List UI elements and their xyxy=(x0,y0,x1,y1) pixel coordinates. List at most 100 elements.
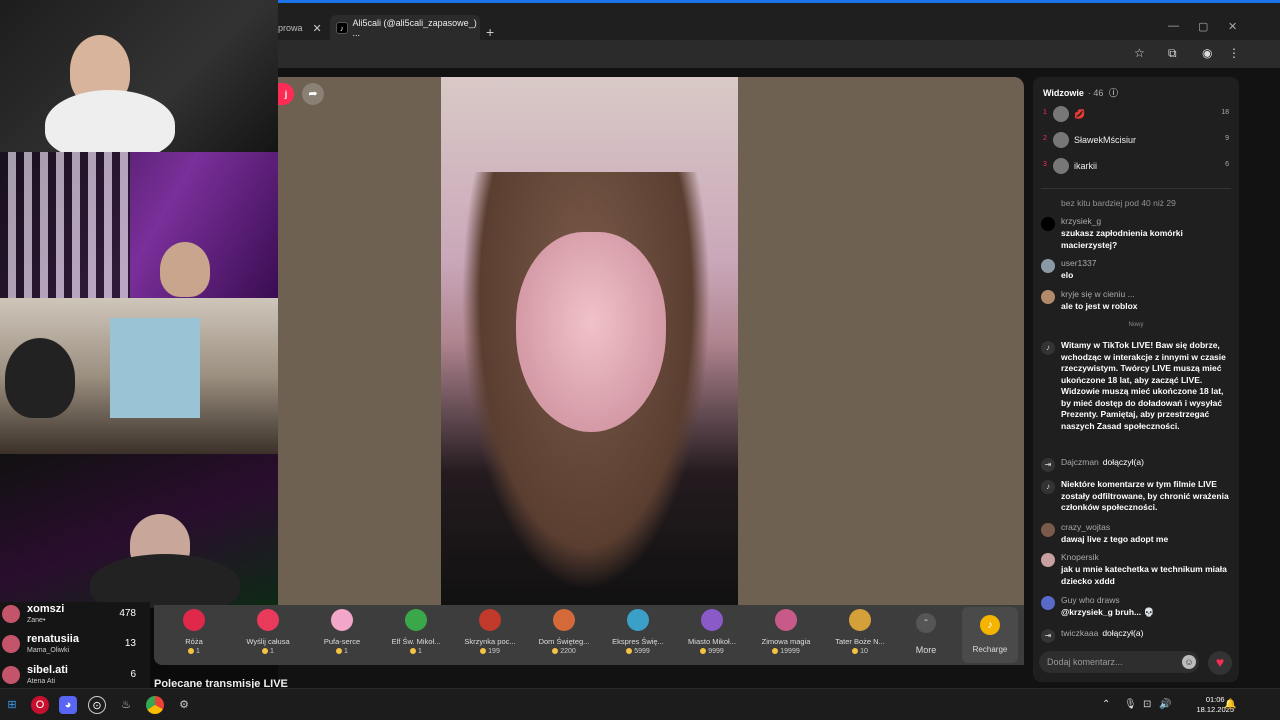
gift-price-value: 1 xyxy=(196,648,200,655)
coin-icon xyxy=(480,648,487,655)
avatar xyxy=(1053,106,1069,122)
live-video xyxy=(441,77,738,605)
donor-row: sibel.ati Atena Ati 6 xyxy=(0,663,140,689)
avatar xyxy=(2,666,20,684)
join-user[interactable]: Dajczman xyxy=(1061,457,1099,467)
recharge-label: Recharge xyxy=(972,645,1008,654)
more-gifts-button[interactable]: ⌃ More xyxy=(906,613,946,655)
maximize-button[interactable]: ▢ xyxy=(1198,20,1208,33)
help-icon[interactable]: ⓘ xyxy=(1109,88,1118,98)
gift-price: 10 xyxy=(825,648,895,655)
extensions-icon[interactable]: ⧉ xyxy=(1168,46,1177,61)
gift-item[interactable]: Miasto Mikoł... 9999 xyxy=(677,609,747,655)
discord-icon[interactable]: ◕ xyxy=(59,696,77,714)
join-text: Dajczman dołączył(a) xyxy=(1061,457,1144,467)
gift-item[interactable]: Róża 1 xyxy=(159,609,229,655)
browser-tab-bar: prowa ✕ ♪ Ali5cali (@ali5cali_zapasowe_)… xyxy=(278,0,1280,41)
viewer-row[interactable]: 2 SławekMścisiur 9 xyxy=(1041,131,1231,151)
donor-sub: Mama_Oliwki xyxy=(27,647,70,654)
close-tab-icon[interactable]: ✕ xyxy=(313,22,322,35)
viewers-header[interactable]: Widzowie · 46 ⓘ xyxy=(1043,86,1118,99)
avatar[interactable] xyxy=(1041,553,1055,567)
message-author[interactable]: crazy_wojtas xyxy=(1061,522,1110,532)
viewer-score: 6 xyxy=(1225,161,1229,168)
message-author[interactable]: Knopersik xyxy=(1061,552,1099,562)
gift-icon xyxy=(849,609,871,631)
browser-tab[interactable]: prowa ✕ xyxy=(278,15,328,41)
system-message: ♪ Niektóre komentarze w tym filmie LIVE … xyxy=(1039,479,1235,515)
app-icon[interactable]: ⊙ xyxy=(88,696,106,714)
message-author[interactable]: krzysiek_g xyxy=(1061,216,1101,226)
steam-icon[interactable]: ♨ xyxy=(117,696,135,714)
gift-name: Zimowa magia xyxy=(761,637,811,646)
share-icon[interactable]: ➦ xyxy=(302,83,324,105)
notification-icon[interactable]: 🔔 xyxy=(1224,699,1236,710)
streamer-face xyxy=(516,232,666,432)
avatar xyxy=(1053,132,1069,148)
close-window-button[interactable]: ✕ xyxy=(1228,20,1237,33)
browser-tab-active[interactable]: ♪ Ali5cali (@ali5cali_zapasowe_) ... xyxy=(330,15,480,41)
message-author[interactable]: Guy who draws xyxy=(1061,595,1120,605)
opera-icon[interactable]: O xyxy=(31,696,49,714)
emoji-icon[interactable]: ☺ xyxy=(1182,655,1196,669)
network-icon[interactable]: ⊡ xyxy=(1143,699,1151,710)
gift-price-value: 199 xyxy=(488,648,500,655)
chrome-icon[interactable] xyxy=(146,696,164,714)
avatar[interactable] xyxy=(1041,523,1055,537)
gift-item[interactable]: Zimowa magia 19999 xyxy=(751,609,821,655)
comment-input[interactable]: Dodaj komentarz... xyxy=(1039,651,1199,673)
windows-start-icon[interactable]: ⊞ xyxy=(3,696,21,714)
gift-item[interactable]: Dom Święteg... 2200 xyxy=(529,609,599,655)
join-text: twiczkaaa dołączył(a) xyxy=(1061,628,1143,638)
window-view xyxy=(110,318,200,418)
gift-item[interactable]: Skrzynka poc... 199 xyxy=(455,609,525,655)
heart-icon[interactable]: ♥ xyxy=(1208,651,1232,675)
message-author[interactable]: user1337 xyxy=(1061,258,1096,268)
gift-item[interactable]: Pufa-serce 1 xyxy=(307,609,377,655)
live-player[interactable]: j ➦ xyxy=(278,77,1024,605)
recharge-button[interactable]: ♪ Recharge xyxy=(962,607,1018,663)
avatar xyxy=(2,605,20,623)
avatar xyxy=(2,635,20,653)
viewer-row[interactable]: 1 💋 18 xyxy=(1041,105,1231,125)
gift-price: 1 xyxy=(381,648,451,655)
gift-item[interactable]: Wyślij całusa 1 xyxy=(233,609,303,655)
coin-icon xyxy=(700,648,707,655)
viewer-row[interactable]: 3 ikarkii 6 xyxy=(1041,157,1231,177)
settings-gear-icon[interactable]: ⚙ xyxy=(175,696,193,714)
avatar[interactable] xyxy=(1041,217,1055,231)
gift-icon xyxy=(183,609,205,631)
gift-item[interactable]: Ekspres Świę... 5999 xyxy=(603,609,673,655)
gift-item[interactable]: Elf Św. Mikoł... 1 xyxy=(381,609,451,655)
volume-icon[interactable]: 🔊 xyxy=(1159,699,1171,710)
viewers-count: · 46 xyxy=(1087,88,1104,98)
bookmark-star-icon[interactable]: ☆ xyxy=(1134,46,1145,60)
avatar[interactable] xyxy=(1041,290,1055,304)
gift-price-value: 2200 xyxy=(560,648,576,655)
donor-row: renatusiia Mama_Oliwki 13 xyxy=(0,632,140,658)
minimize-button[interactable]: — xyxy=(1168,20,1179,32)
gift-price-value: 10 xyxy=(860,648,868,655)
avatar[interactable] xyxy=(1041,596,1055,610)
gift-icon xyxy=(479,609,501,631)
chevron-up-icon[interactable]: ⌃ xyxy=(1102,699,1110,710)
join-icon: ⇥ xyxy=(1041,629,1055,643)
coin-icon xyxy=(626,648,633,655)
gift-price-value: 1 xyxy=(418,648,422,655)
divider xyxy=(1041,188,1231,189)
gift-item[interactable]: Tater Boże N... 10 xyxy=(825,609,895,655)
chat-message: Guy who draws @krzysiek_g bruh... 💀 xyxy=(1039,595,1235,619)
gift-icon xyxy=(257,609,279,631)
join-user[interactable]: twiczkaaa xyxy=(1061,628,1098,638)
avatar[interactable] xyxy=(1041,259,1055,273)
profile-icon[interactable]: ◉ xyxy=(1202,46,1212,60)
coin-icon xyxy=(772,648,779,655)
gift-name: Róża xyxy=(185,637,203,646)
gift-name: Miasto Mikoł... xyxy=(688,637,736,646)
chat-message: Knopersik jak u mnie katechetka w techni… xyxy=(1039,552,1235,588)
follow-button[interactable]: j xyxy=(278,83,294,105)
coin-icon xyxy=(262,648,269,655)
menu-kebab-icon[interactable]: ⋮ xyxy=(1228,46,1240,60)
microphone-icon[interactable]: 🎙 xyxy=(1124,699,1137,710)
message-author[interactable]: kryje się w cieniu ... xyxy=(1061,289,1135,299)
